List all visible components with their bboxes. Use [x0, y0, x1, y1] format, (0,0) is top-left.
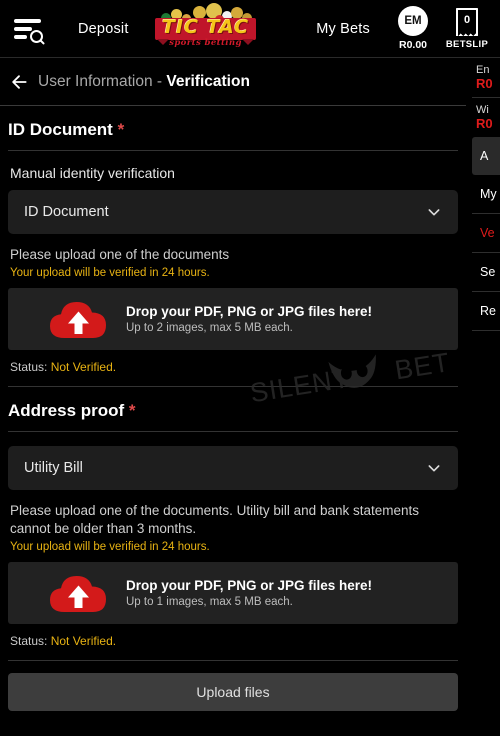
verification-form: ID Document * Manual identity verificati… — [0, 106, 466, 736]
address-proof-type-select[interactable]: Utility Bill — [8, 445, 458, 490]
address-status-value: Not Verified. — [50, 633, 117, 648]
betslip-icon: 0 — [456, 7, 478, 36]
page-title-current: Verification — [166, 72, 250, 90]
address-proof-type-value: Utility Bill — [24, 459, 83, 476]
id-document-status: Status: Not Verified. — [8, 350, 458, 374]
address-dropzone-limits: Up to 1 images, max 5 MB each. — [126, 595, 293, 608]
id-document-help-text: Please upload one of the documents — [10, 247, 230, 262]
sidebar-item-label: A — [480, 149, 489, 163]
balance2-amount: R0 — [476, 116, 493, 131]
nav-my-bets-link[interactable]: My Bets — [310, 21, 376, 37]
address-proof-help-text: Please upload one of the documents. Util… — [10, 502, 419, 536]
id-document-title-text: ID Document — [8, 120, 113, 139]
cloud-upload-icon — [48, 298, 110, 340]
page-title: User Information - Verification — [38, 73, 250, 91]
address-proof-title-text: Address proof — [8, 400, 125, 420]
menu-search-icon — [14, 17, 43, 43]
sidebar-item-label: Re — [480, 304, 496, 318]
sidebar-item-verification[interactable]: Ve — [472, 214, 500, 252]
id-dropzone-headline: Drop your PDF, PNG or JPG files here! — [126, 303, 373, 319]
chevron-down-icon — [426, 460, 442, 476]
required-asterisk: * — [117, 120, 125, 139]
sidebar-item-settings[interactable]: Se — [472, 253, 500, 291]
id-document-type-value: ID Document — [24, 204, 109, 220]
balance2-label: Wi — [476, 104, 489, 116]
sidebar-item-account[interactable]: A — [472, 137, 500, 175]
upload-files-button[interactable]: Upload files — [8, 672, 458, 711]
account-button[interactable]: EM R0.00 — [386, 6, 440, 51]
back-arrow-icon — [12, 74, 27, 89]
nav-deposit-link[interactable]: Deposit — [72, 21, 135, 37]
logo-subtitle: sports betting — [169, 38, 242, 48]
id-status-value: Not Verified. — [50, 359, 117, 374]
address-proof-dropzone-text: Drop your PDF, PNG or JPG files here! Up… — [126, 578, 372, 608]
sidebar-divider — [472, 330, 500, 331]
betslip-count: 0 — [463, 13, 471, 26]
site-logo[interactable]: TIC TAC sports betting — [149, 3, 262, 55]
id-document-warning-text: Your upload will be verified in 24 hours… — [10, 266, 210, 279]
sidebar-item-label: Se — [480, 265, 496, 279]
avatar-balance: R0.00 — [398, 39, 428, 51]
id-dropzone-limits: Up to 2 images, max 5 MB each. — [126, 321, 293, 334]
top-header: Deposit TIC TAC sports betting My Bets E… — [0, 0, 500, 58]
sidebar-balance-entertainment: En R0 — [472, 58, 500, 97]
menu-search-button[interactable] — [0, 0, 56, 58]
id-document-dropzone[interactable]: Drop your PDF, PNG or JPG files here! Up… — [8, 287, 458, 350]
address-dropzone-headline: Drop your PDF, PNG or JPG files here! — [126, 577, 373, 593]
back-button[interactable] — [0, 58, 38, 106]
betslip-label: BETSLIP — [445, 38, 489, 50]
id-document-section-title: ID Document * — [8, 106, 458, 151]
footer-divider — [8, 659, 458, 661]
address-proof-status: Status: Not Verified. — [8, 624, 458, 648]
balance1-label: En — [476, 64, 490, 76]
avatar: EM — [398, 6, 428, 36]
required-asterisk: * — [128, 400, 136, 420]
cloud-upload-icon — [48, 572, 110, 614]
id-document-type-select[interactable]: ID Document — [8, 190, 458, 234]
sidebar-item-my-bets[interactable]: My — [472, 175, 500, 213]
page-titlebar: User Information - Verification — [0, 58, 466, 106]
address-proof-dropzone[interactable]: Drop your PDF, PNG or JPG files here! Up… — [8, 561, 458, 624]
sidebar-item-responsible-gaming[interactable]: Re — [472, 292, 500, 330]
logo-text: TIC TAC — [161, 16, 250, 38]
sidebar-balance-winnings: Wi R0 — [472, 98, 500, 137]
address-proof-section-title: Address proof * — [8, 387, 458, 432]
address-proof-warning-text: Your upload will be verified in 24 hours… — [10, 540, 210, 553]
sidebar-item-label: Ve — [480, 226, 495, 240]
page-title-prefix: User Information - — [38, 72, 167, 90]
account-sidebar: En R0 Wi R0 A My Ve Se Re — [472, 58, 500, 736]
betslip-button[interactable]: 0 BETSLIP — [440, 7, 494, 50]
address-status-label: Status: — [10, 633, 48, 648]
id-status-label: Status: — [10, 359, 48, 374]
id-document-dropzone-text: Drop your PDF, PNG or JPG files here! Up… — [126, 304, 372, 334]
balance1-amount: R0 — [476, 76, 493, 91]
manual-identity-label: Manual identity verification — [10, 165, 175, 181]
sidebar-item-label: My — [480, 187, 497, 201]
app-root: Deposit TIC TAC sports betting My Bets E… — [0, 0, 500, 736]
chevron-down-icon — [426, 204, 442, 220]
